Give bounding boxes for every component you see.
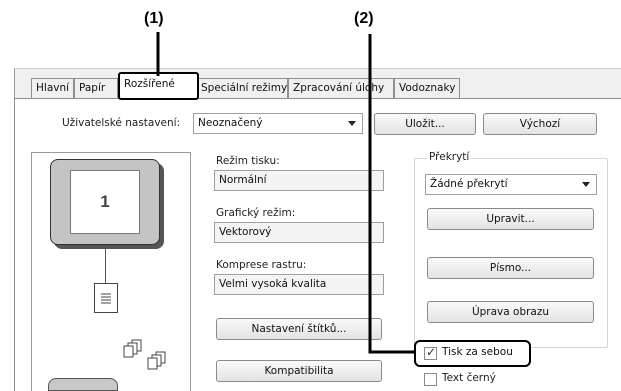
default-button[interactable]: Výchozí — [483, 113, 597, 135]
sequential-print-label: Tisk za sebou — [442, 346, 513, 358]
overlay-select[interactable]: Žádné překrytí — [425, 174, 597, 195]
print-mode-label: Režim tisku: — [216, 155, 280, 167]
raster-compression-value: Velmi vysoká kvalita — [219, 278, 327, 290]
raster-compression-label: Komprese rastru: — [216, 259, 307, 271]
tab-main[interactable]: Hlavní — [31, 78, 74, 98]
tab-job-handling[interactable]: Zpracování úlohy — [288, 78, 394, 98]
overlay-label: Překrytí — [427, 151, 472, 163]
callout-label-1: (1) — [144, 10, 164, 27]
preview-page-number: 1 — [100, 192, 110, 211]
sequential-pages-icon — [120, 338, 180, 378]
chevron-down-icon — [582, 182, 590, 187]
tab-advanced[interactable]: Rozšířené — [118, 72, 199, 100]
print-mode-value: Normální — [219, 174, 267, 186]
image-adjust-button[interactable]: Úprava obrazu — [427, 301, 594, 323]
preview-page-inner: 1 — [70, 170, 140, 234]
tab-special-modes[interactable]: Speciální režimy — [198, 78, 288, 98]
document-icon — [94, 283, 118, 313]
user-settings-select[interactable]: Neoznačený — [193, 113, 363, 134]
graphics-mode-label: Grafický režim: — [216, 207, 296, 219]
raster-compression-select[interactable]: Velmi vysoká kvalita — [214, 274, 384, 295]
black-text-checkbox[interactable] — [424, 373, 437, 386]
graphics-mode-select[interactable]: Vektorový — [214, 222, 384, 243]
checkmark-icon: ✓ — [426, 345, 437, 359]
sequential-print-checkbox[interactable]: ✓ — [424, 345, 437, 360]
font-button[interactable]: Písmo... — [427, 257, 594, 279]
graphics-mode-value: Vektorový — [219, 226, 272, 238]
overlay-value: Žádné překrytí — [430, 178, 508, 190]
preview-connector-line — [105, 245, 106, 283]
print-mode-select[interactable]: Normální — [214, 170, 384, 191]
callout-label-2: (2) — [354, 10, 374, 27]
user-settings-value: Neoznačený — [198, 117, 263, 129]
tab-settings-button[interactable]: Nastavení štítků... — [216, 318, 382, 340]
user-settings-label: Uživatelské nastavení: — [62, 117, 181, 129]
tab-paper[interactable]: Papír — [74, 78, 118, 98]
chevron-down-icon — [348, 121, 356, 126]
edit-overlay-button[interactable]: Upravit... — [427, 208, 594, 230]
tab-watermarks[interactable]: Vodoznaky — [394, 78, 460, 98]
black-text-label: Text černý — [442, 372, 496, 384]
save-button[interactable]: Uložit... — [374, 113, 476, 135]
compatibility-button[interactable]: Kompatibilita — [216, 360, 382, 382]
printer-icon — [48, 378, 118, 391]
